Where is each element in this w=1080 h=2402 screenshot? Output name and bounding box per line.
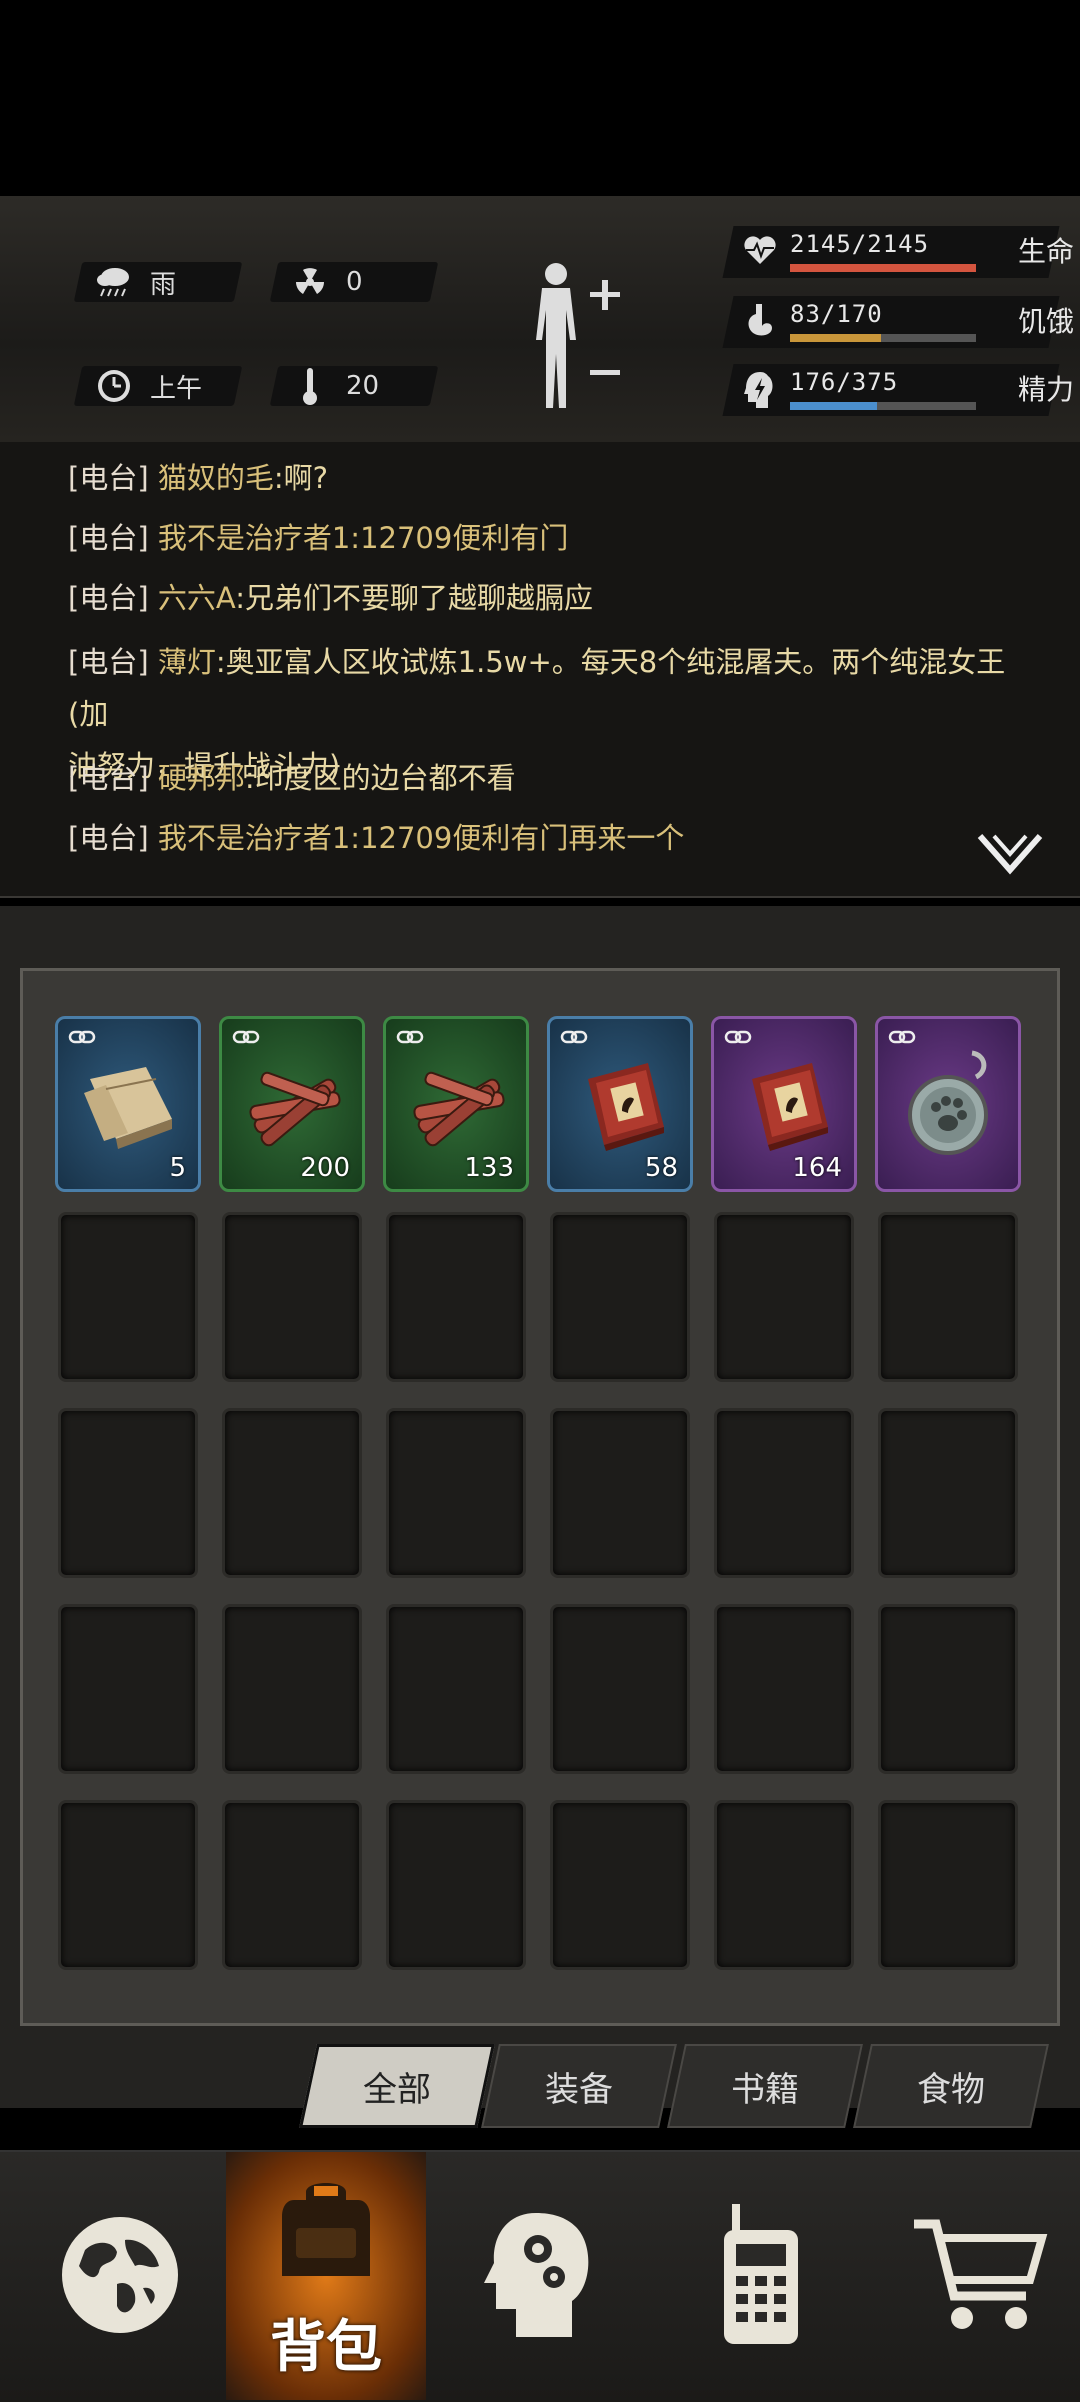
human-body-icon	[536, 263, 620, 408]
empty-slot[interactable]	[714, 1408, 854, 1578]
energy-head-icon	[742, 370, 778, 410]
empty-slot[interactable]	[550, 1604, 690, 1774]
inventory-item[interactable]	[875, 1016, 1021, 1192]
energy-label: 精力	[1017, 373, 1074, 406]
temperature-value: 20	[346, 371, 380, 401]
nav-backpack-button[interactable]: 背包	[226, 2152, 426, 2400]
chevron-down-icon	[977, 834, 1043, 875]
chat-message: [电台] 我不是治疗者1:12709便利有门	[68, 521, 569, 555]
heartbeat-icon	[742, 232, 778, 272]
radiation-icon	[290, 264, 330, 300]
empty-slot[interactable]	[714, 1212, 854, 1382]
health-label: 生命	[1017, 235, 1074, 268]
chat-message: [电台] 六六A:兄弟们不要聊了越聊越膈应	[68, 581, 593, 615]
empty-slot[interactable]	[550, 1408, 690, 1578]
radiation-pill: 0	[269, 262, 439, 302]
health-stat: 2145/2145 生命	[722, 226, 1074, 278]
inventory-item[interactable]: 164	[711, 1016, 857, 1192]
empty-slot[interactable]	[878, 1212, 1018, 1382]
inventory-item[interactable]: 58	[547, 1016, 693, 1192]
empty-slot[interactable]	[386, 1800, 526, 1970]
energy-value: 176/375	[790, 368, 899, 396]
nav-map-button[interactable]	[20, 2150, 220, 2400]
book-icon	[732, 1049, 842, 1159]
time-pill: 上午	[73, 366, 243, 406]
empty-slot[interactable]	[222, 1408, 362, 1578]
empty-slot[interactable]	[222, 1212, 362, 1382]
empty-slot[interactable]	[222, 1604, 362, 1774]
link-icon	[232, 1029, 260, 1045]
body-status-button[interactable]	[520, 258, 630, 418]
clock-icon	[94, 368, 134, 404]
empty-slot[interactable]	[58, 1212, 198, 1382]
link-icon	[888, 1029, 916, 1045]
hunger-label: 饥饿	[1017, 305, 1074, 338]
item-count: 200	[300, 1153, 350, 1183]
nav-skills-button[interactable]	[440, 2150, 640, 2400]
empty-slot[interactable]	[714, 1800, 854, 1970]
firewood-icon	[404, 1049, 514, 1159]
book-icon	[568, 1049, 678, 1159]
link-icon	[560, 1029, 588, 1045]
empty-slot[interactable]	[878, 1408, 1018, 1578]
link-icon	[396, 1029, 424, 1045]
health-value: 2145/2145	[790, 230, 930, 258]
globe-icon	[62, 2217, 178, 2333]
head-gears-icon	[484, 2213, 589, 2337]
empty-slot[interactable]	[714, 1604, 854, 1774]
item-count: 133	[464, 1153, 514, 1183]
chat-message: [电台] 猫奴的毛:啊?	[68, 461, 329, 495]
health-bar-fill	[790, 264, 976, 272]
tab-equipment[interactable]: 装备	[481, 2044, 677, 2128]
item-count: 5	[169, 1153, 186, 1183]
inventory-item[interactable]: 200	[219, 1016, 365, 1192]
hunger-stat: 83/170 饥饿	[722, 296, 1074, 348]
hunger-bar-fill	[790, 334, 882, 342]
empty-slot[interactable]	[878, 1800, 1018, 1970]
shopping-cart-icon	[914, 2219, 1048, 2329]
nav-radio-button[interactable]	[660, 2150, 860, 2400]
hunger-value: 83/170	[790, 300, 883, 328]
empty-slot[interactable]	[386, 1408, 526, 1578]
empty-slot[interactable]	[550, 1212, 690, 1382]
item-count: 164	[792, 1153, 842, 1183]
dog-tag-icon	[896, 1049, 1006, 1159]
rain-cloud-icon	[94, 264, 134, 300]
stomach-icon	[742, 302, 778, 342]
empty-slot[interactable]	[222, 1800, 362, 1970]
link-icon	[724, 1029, 752, 1045]
backpack-icon	[282, 2183, 370, 2276]
inventory-item[interactable]: 133	[383, 1016, 529, 1192]
collapse-chat-button[interactable]	[974, 830, 1046, 880]
empty-slot[interactable]	[58, 1604, 198, 1774]
temperature-pill: 20	[269, 366, 439, 406]
backpack-label: 背包	[270, 2315, 382, 2380]
energy-stat: 176/375 精力	[722, 364, 1074, 416]
tab-books[interactable]: 书籍	[667, 2044, 863, 2128]
empty-slot[interactable]	[58, 1800, 198, 1970]
weather-text: 雨	[150, 269, 177, 300]
empty-slot[interactable]	[878, 1604, 1018, 1774]
walkie-talkie-icon	[724, 2204, 798, 2344]
tab-food[interactable]: 食物	[853, 2044, 1049, 2128]
plank-icon	[76, 1049, 186, 1159]
link-icon	[68, 1029, 96, 1045]
firewood-icon	[240, 1049, 350, 1159]
item-count: 58	[644, 1153, 678, 1183]
inventory-item[interactable]: 5	[55, 1016, 201, 1192]
chat-message: [电台] 我不是治疗者1:12709便利有门再来一个	[68, 821, 685, 855]
nav-shop-button[interactable]	[880, 2150, 1080, 2400]
empty-slot[interactable]	[386, 1212, 526, 1382]
chat-message: [电台] 硬邦邦:印度区的边台都不看	[68, 761, 516, 795]
empty-slot[interactable]	[386, 1604, 526, 1774]
thermometer-icon	[290, 368, 330, 405]
energy-bar-fill	[790, 402, 878, 410]
time-text: 上午	[150, 373, 203, 404]
tab-all[interactable]: 全部	[299, 2044, 495, 2128]
radiation-value: 0	[346, 267, 363, 297]
empty-slot[interactable]	[58, 1408, 198, 1578]
empty-slot[interactable]	[550, 1800, 690, 1970]
weather-pill: 雨	[73, 262, 243, 302]
